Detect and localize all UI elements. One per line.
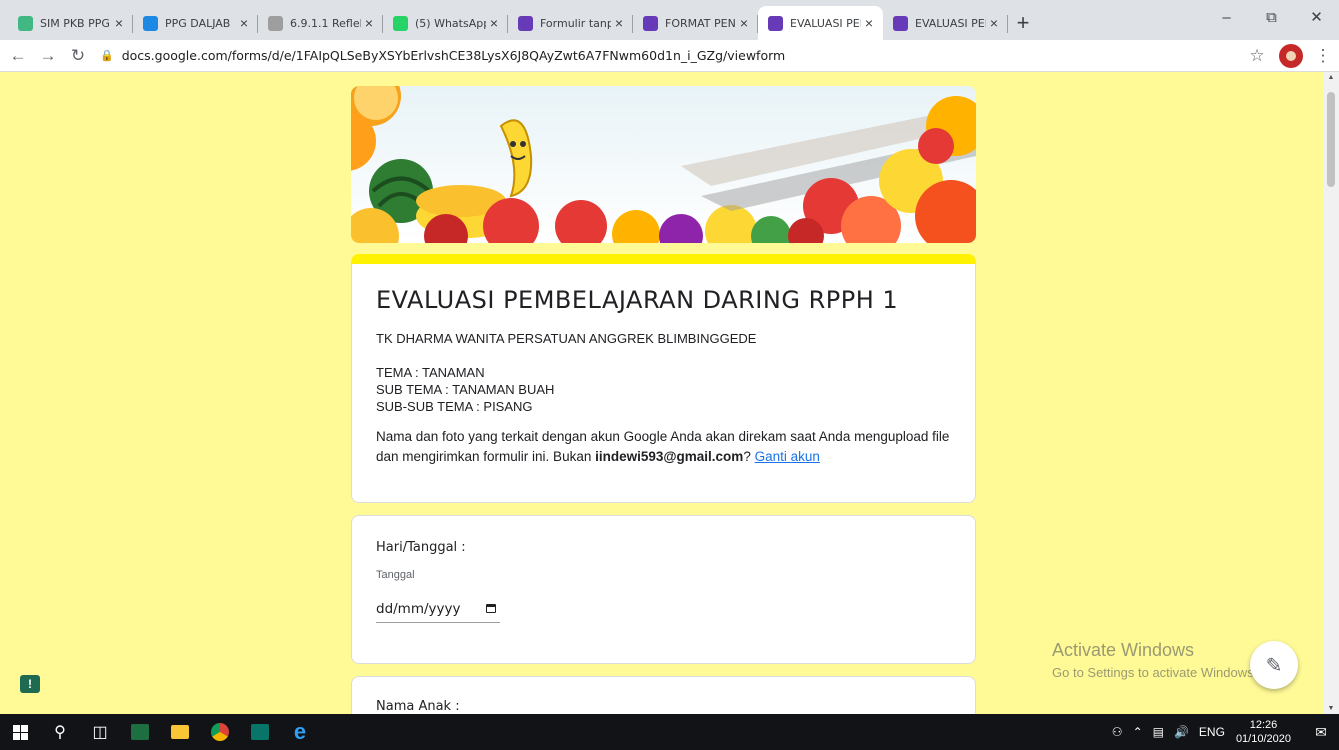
form-header-card: EVALUASI PEMBELAJARAN DARING RPPH 1 TK D… [351, 254, 976, 503]
clock-time: 12:26 [1249, 719, 1278, 731]
start-button[interactable] [0, 714, 40, 750]
people-icon[interactable]: ⚇ [1112, 725, 1123, 739]
clock-date: 01/10/2020 [1235, 733, 1291, 745]
back-icon[interactable]: ← [6, 44, 30, 68]
tab-title: EVALUASI PEM [915, 16, 986, 30]
question-label-name: Nama Anak : [376, 699, 460, 714]
forward-icon[interactable]: → [36, 44, 60, 68]
browser-tab[interactable]: 6.9.1.1 Refleksi× [258, 6, 383, 40]
form-header-image [351, 86, 976, 243]
browser-tab[interactable]: FORMAT PENC × [633, 6, 758, 40]
tab-title: Formulir tanpa [540, 16, 611, 30]
windows-taskbar: ⚲ ◫ e ⚇ ⌃ ▤ 🔊 ENG 12:26 01/10/2020 ✉ [0, 714, 1339, 750]
form-title: EVALUASI PEMBELAJARAN DARING RPPH 1 [376, 286, 899, 314]
tab-title: (5) WhatsApp [415, 16, 486, 30]
address-bar[interactable]: 🔒 docs.google.com/forms/d/e/1FAIpQLSeByX… [100, 42, 1243, 70]
question-label-date: Hari/Tanggal : [376, 540, 466, 555]
forms-icon [768, 15, 783, 31]
tab-title: PPG DALJAB [165, 16, 231, 30]
question-card-date: Hari/Tanggal : Tanggal dd/mm/yyyy [351, 515, 976, 664]
activate-windows-watermark: Activate Windows Go to Settings to activ… [1052, 640, 1257, 680]
form-description: TK DHARMA WANITA PERSATUAN ANGGREK BLIMB… [376, 330, 951, 415]
tray-chevron-icon[interactable]: ⌃ [1133, 725, 1143, 739]
browser-tab[interactable]: SIM PKB PPG I × [8, 6, 133, 40]
tab-strip: SIM PKB PPG I×PPG DALJAB×6.9.1.1 Refleks… [0, 0, 1339, 40]
ppg-icon [143, 15, 158, 31]
browser-tab[interactable]: PPG DALJAB × [133, 6, 258, 40]
search-icon[interactable]: ⚲ [40, 714, 80, 750]
new-tab-button[interactable]: + [1008, 6, 1038, 40]
close-tab-icon[interactable]: × [361, 15, 377, 31]
forms-icon [893, 15, 908, 31]
tab-title: EVALUASI PEM [790, 16, 861, 30]
profile-avatar[interactable] [1279, 43, 1303, 68]
task-view-icon[interactable]: ◫ [80, 714, 120, 750]
edit-pencil-button[interactable]: ✎ [1250, 641, 1298, 689]
chrome-icon[interactable] [200, 714, 240, 750]
forms-icon [518, 15, 533, 31]
close-tab-icon[interactable]: × [861, 15, 877, 31]
scroll-up-icon[interactable]: ▲ [1323, 74, 1339, 81]
window-controls: – ⧉ ✕ [1204, 0, 1339, 34]
publisher-icon[interactable] [240, 714, 280, 750]
tab-title: 6.9.1.1 Refleksi [290, 16, 361, 30]
notifications-icon[interactable]: ✉ [1303, 714, 1339, 750]
switch-account-link[interactable]: Ganti akun [755, 449, 820, 464]
date-input[interactable]: dd/mm/yyyy [376, 595, 500, 623]
scrollbar-thumb[interactable] [1327, 92, 1335, 187]
windows-logo-icon [12, 724, 28, 740]
page-viewport: EVALUASI PEMBELAJARAN DARING RPPH 1 TK D… [0, 72, 1339, 714]
clock[interactable]: 12:26 01/10/2020 [1236, 718, 1291, 746]
page-scrollbar[interactable]: ▲ ▼ [1323, 72, 1339, 714]
subsubtheme-text: SUB-SUB TEMA : PISANG [376, 399, 533, 414]
date-placeholder: dd/mm/yyyy [376, 600, 461, 617]
notice-question: ? [743, 449, 755, 464]
user-email: iindewi593@gmail.com [595, 449, 744, 464]
lock-icon: 🔒 [100, 49, 114, 62]
close-tab-icon[interactable]: × [986, 15, 1002, 31]
language-indicator[interactable]: ENG [1199, 725, 1225, 739]
school-name: TK DHARMA WANITA PERSATUAN ANGGREK BLIMB… [376, 331, 757, 346]
calendar-icon[interactable] [486, 604, 496, 613]
file-explorer-icon[interactable] [160, 714, 200, 750]
tab-title: SIM PKB PPG I [40, 16, 111, 30]
edge-icon[interactable]: e [280, 714, 320, 750]
network-icon[interactable]: ▤ [1153, 725, 1164, 739]
doc-icon [268, 15, 283, 31]
close-window-icon[interactable]: ✕ [1294, 0, 1339, 34]
theme-text: TEMA : TANAMAN [376, 365, 485, 380]
browser-tab[interactable]: (5) WhatsApp × [383, 6, 508, 40]
tab-title: FORMAT PENC [665, 16, 736, 30]
minimize-icon[interactable]: – [1204, 0, 1249, 34]
report-feedback-icon[interactable]: ! [20, 675, 40, 693]
vue-icon [18, 15, 33, 31]
bookmark-star-icon[interactable]: ☆ [1243, 46, 1271, 66]
scroll-down-icon[interactable]: ▼ [1323, 705, 1339, 712]
close-tab-icon[interactable]: × [486, 15, 502, 31]
close-tab-icon[interactable]: × [236, 15, 252, 31]
watermark-title: Activate Windows [1052, 640, 1195, 660]
forms-icon [643, 15, 658, 31]
browser-tab[interactable]: EVALUASI PEM× [758, 6, 883, 40]
whatsapp-icon [393, 15, 408, 31]
account-notice: Nama dan foto yang terkait dengan akun G… [376, 427, 951, 467]
excel-icon[interactable] [120, 714, 160, 750]
browser-tab[interactable]: Formulir tanpa× [508, 6, 633, 40]
date-sublabel: Tanggal [376, 569, 415, 581]
url-text: docs.google.com/forms/d/e/1FAIpQLSeByXSY… [121, 48, 786, 63]
close-tab-icon[interactable]: × [736, 15, 752, 31]
system-tray: ⚇ ⌃ ▤ 🔊 ENG 12:26 01/10/2020 ✉ [1107, 714, 1339, 750]
browser-menu-icon[interactable]: ⋮ [1313, 46, 1333, 66]
subtheme-text: SUB TEMA : TANAMAN BUAH [376, 382, 555, 397]
close-tab-icon[interactable]: × [611, 15, 627, 31]
browser-toolbar: ← → ↻ 🔒 docs.google.com/forms/d/e/1FAIpQ… [0, 40, 1339, 72]
reload-icon[interactable]: ↻ [66, 44, 90, 68]
volume-icon[interactable]: 🔊 [1174, 725, 1189, 739]
question-card-name: Nama Anak : [351, 676, 976, 714]
watermark-subtitle: Go to Settings to activate Windows. [1052, 665, 1258, 680]
restore-icon[interactable]: ⧉ [1249, 0, 1294, 34]
close-tab-icon[interactable]: × [111, 15, 127, 31]
browser-tab[interactable]: EVALUASI PEM× [883, 6, 1008, 40]
